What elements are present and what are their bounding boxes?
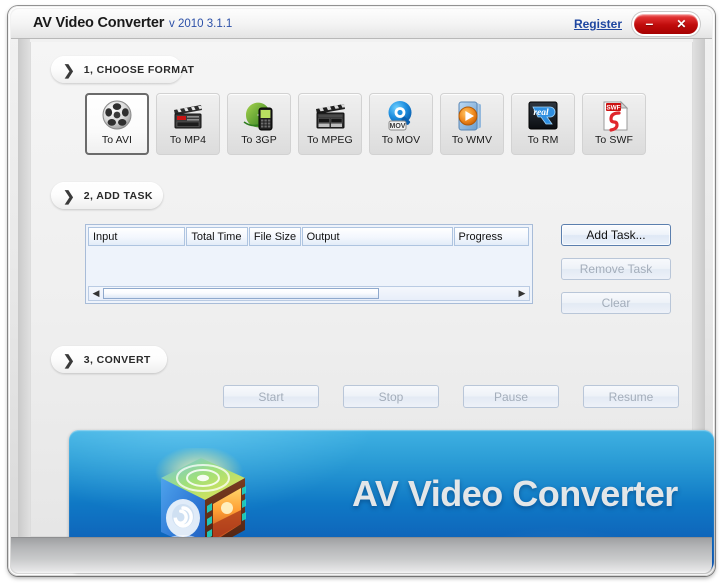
step-choose-format-label: 1, CHOOSE FORMAT xyxy=(83,63,195,76)
format-button-label: To WMV xyxy=(451,134,493,146)
convert-action-buttons: Start Stop Pause Resume xyxy=(223,385,679,408)
format-button-to-mov[interactable]: MOV To MOV xyxy=(369,93,433,155)
format-button-to-swf[interactable]: SWF To SWF xyxy=(582,93,646,155)
film-reel-icon xyxy=(100,99,134,132)
format-button-label: To SWF xyxy=(595,134,633,146)
format-button-label: To RM xyxy=(527,134,559,146)
format-button-to-avi[interactable]: To AVI xyxy=(85,93,149,155)
horizontal-scrollbar[interactable]: ◀ ▶ xyxy=(88,286,530,301)
remove-task-button: Remove Task xyxy=(561,258,671,280)
chevron-right-icon: ❯ xyxy=(63,351,75,368)
app-title: AV Video Converter xyxy=(33,15,165,31)
svg-text:MOV: MOV xyxy=(390,123,406,130)
format-button-label: To MPEG xyxy=(307,134,353,146)
media-player-icon xyxy=(455,99,489,132)
film-slate-icon xyxy=(313,99,347,132)
format-button-to-wmv[interactable]: To WMV xyxy=(440,93,504,155)
task-table-body[interactable] xyxy=(86,246,532,284)
stop-button: Stop xyxy=(343,385,439,408)
realplayer-icon: real xyxy=(526,99,560,132)
title-bar[interactable]: AV Video Converter v 2010 3.1.1 Register… xyxy=(11,9,712,39)
pause-button: Pause xyxy=(463,385,559,408)
column-header-total-time[interactable]: Total Time xyxy=(186,227,248,246)
register-link[interactable]: Register xyxy=(574,17,622,31)
column-header-progress[interactable]: Progress xyxy=(453,227,529,246)
format-button-to-mpeg[interactable]: To MPEG xyxy=(298,93,362,155)
column-header-input[interactable]: Input xyxy=(88,227,186,246)
clear-button: Clear xyxy=(561,292,671,314)
resume-button: Resume xyxy=(583,385,679,408)
scroll-left-arrow-icon[interactable]: ◀ xyxy=(89,289,103,298)
step-choose-format[interactable]: ❯ 1, CHOOSE FORMAT xyxy=(51,56,194,83)
column-header-output[interactable]: Output xyxy=(301,227,453,246)
minimize-button[interactable]: – xyxy=(646,16,654,30)
svg-text:SWF: SWF xyxy=(606,104,620,111)
chevron-right-icon: ❯ xyxy=(63,61,75,78)
application-window: AV Video Converter v 2010 3.1.1 Register… xyxy=(8,6,715,576)
flash-file-icon: SWF xyxy=(597,99,631,132)
format-button-to-rm[interactable]: real To RM xyxy=(511,93,575,155)
start-button: Start xyxy=(223,385,319,408)
format-button-row: To AVI To MP4 To 3GP To MPEG MOV To MOV … xyxy=(85,93,646,155)
column-header-file-size[interactable]: File Size xyxy=(248,227,301,246)
task-action-buttons: Add Task... Remove Task Clear xyxy=(561,224,671,314)
step-add-task-label: 2, ADD TASK xyxy=(83,189,153,202)
step-convert[interactable]: ❯ 3, CONVERT xyxy=(51,346,167,373)
clapperboard-icon xyxy=(171,99,205,132)
format-button-to-mp4[interactable]: To MP4 xyxy=(156,93,220,155)
step-add-task[interactable]: ❯ 2, ADD TASK xyxy=(51,182,163,209)
svg-text:real: real xyxy=(533,108,549,118)
chevron-right-icon: ❯ xyxy=(63,187,75,204)
banner-title: AV Video Converter xyxy=(352,473,678,514)
task-table-panel[interactable]: Input Total Time File Size Output Progress ◀… xyxy=(85,224,533,304)
mobile-phone-icon xyxy=(242,99,276,132)
window-footer xyxy=(11,537,712,573)
format-button-label: To 3GP xyxy=(241,134,277,146)
client-area: ❯ 1, CHOOSE FORMAT To AVI To MP4 To 3GP … xyxy=(30,42,714,572)
format-button-label: To AVI xyxy=(101,134,133,146)
window-controls: – ✕ xyxy=(634,14,698,34)
task-table-header: Input Total Time File Size Output Progress xyxy=(86,225,532,246)
quicktime-icon: MOV xyxy=(384,99,418,132)
format-button-to-3gp[interactable]: To 3GP xyxy=(227,93,291,155)
left-gutter xyxy=(18,39,30,539)
app-version: v 2010 3.1.1 xyxy=(169,18,233,30)
scroll-right-arrow-icon[interactable]: ▶ xyxy=(515,289,529,298)
step-convert-label: 3, CONVERT xyxy=(83,353,151,366)
format-button-label: To MOV xyxy=(381,134,421,146)
close-button[interactable]: ✕ xyxy=(676,18,686,30)
add-task-button[interactable]: Add Task... xyxy=(561,224,671,246)
scrollbar-track[interactable] xyxy=(103,287,515,300)
scrollbar-thumb[interactable] xyxy=(103,288,380,299)
format-button-label: To MP4 xyxy=(169,134,207,146)
